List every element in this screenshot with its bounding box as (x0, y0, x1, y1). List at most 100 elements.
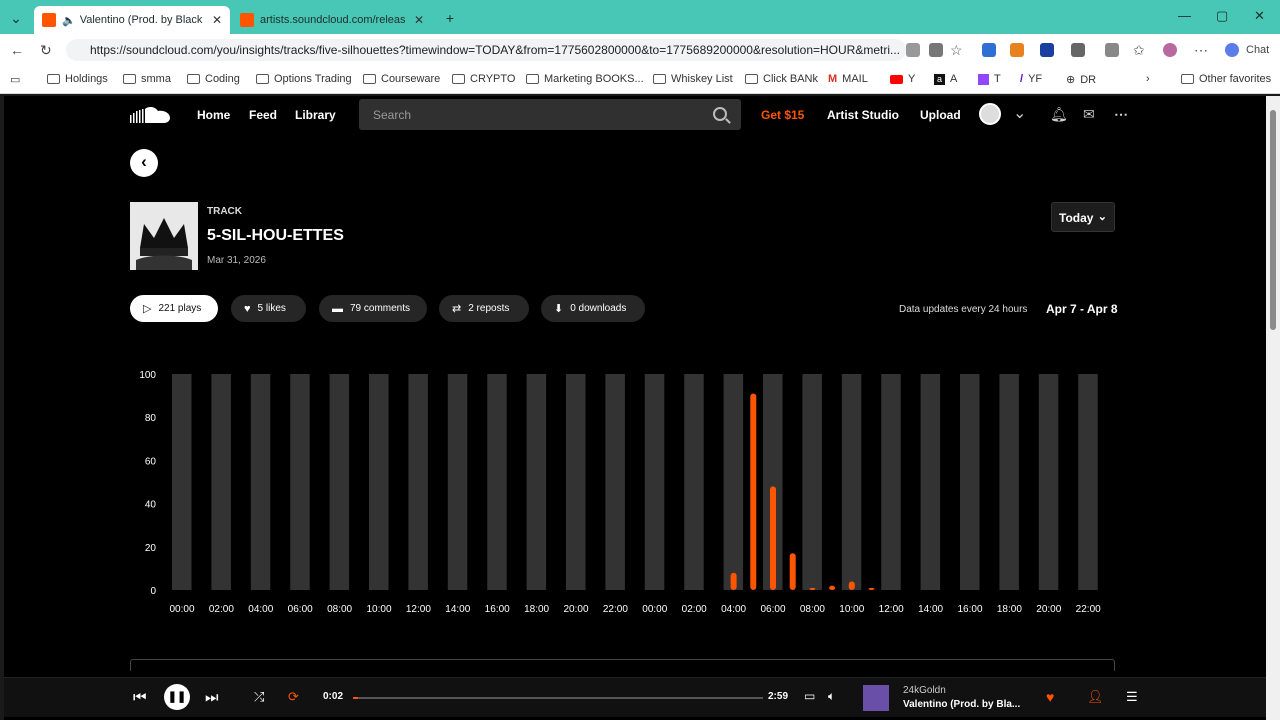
now-playing-artist[interactable]: 24kGoldn (903, 685, 946, 696)
favorite-coding[interactable]: Coding (187, 73, 240, 85)
favorite-smma[interactable]: smma (123, 73, 171, 85)
back-button[interactable]: ‹ (130, 149, 158, 177)
extension-icon[interactable] (982, 43, 996, 57)
chart-bar (789, 553, 796, 590)
tab-artists-releases[interactable]: artists.soundcloud.com/releases/4 ✕ (232, 6, 432, 34)
nav-upload[interactable]: Upload (920, 108, 961, 122)
extension-icon[interactable] (1040, 43, 1054, 57)
plays-filter-button[interactable]: ▷ 221 plays (130, 295, 218, 322)
back-arrow-icon[interactable]: ← (10, 42, 24, 58)
new-tab-button[interactable]: + (440, 8, 460, 28)
y-tick-label: 100 (139, 370, 156, 381)
volume-icon[interactable]: 🔈︎ (828, 689, 835, 704)
messages-envelope-icon[interactable]: ✉ (1083, 106, 1095, 123)
x-tick-label: 14:00 (445, 604, 470, 615)
chart-column-track (369, 374, 389, 590)
chevron-down-icon[interactable]: ⌄ (1013, 103, 1026, 123)
cast-icon[interactable]: ▭ (804, 689, 815, 703)
favorite-marketing-books[interactable]: Marketing BOOKS... (526, 73, 644, 85)
favorite-label: Marketing BOOKS... (544, 73, 644, 85)
url-field[interactable]: https://soundcloud.com/you/insights/trac… (66, 39, 906, 61)
favorite-amazon[interactable]: aA (934, 73, 957, 85)
more-options-icon[interactable]: ⋯ (1194, 42, 1208, 59)
comments-filter-button[interactable]: ▬ 79 comments (319, 295, 427, 322)
other-favorites[interactable]: Other favorites (1181, 73, 1271, 85)
favorite-youtube[interactable]: Y (890, 73, 915, 85)
tab-actions-chevron-icon[interactable]: ⌄ (6, 8, 26, 28)
close-window-icon[interactable]: ✕ (1254, 8, 1265, 24)
app-icon[interactable] (906, 43, 920, 57)
search-icon[interactable] (713, 107, 727, 121)
minimize-icon[interactable]: — (1178, 8, 1191, 23)
close-tab-icon[interactable]: ✕ (204, 13, 222, 27)
favorite-label: DR (1080, 73, 1097, 86)
next-track-icon[interactable]: ⏭ (205, 689, 219, 706)
search-input[interactable]: Search (359, 99, 741, 130)
chart-column-track (644, 374, 665, 590)
favorite-whiskey-list[interactable]: Whiskey List (653, 73, 733, 85)
favorite-mail[interactable]: M MAIL (828, 73, 868, 85)
favorite-courseware[interactable]: Courseware (363, 73, 440, 85)
soundcloud-logo-icon[interactable] (130, 105, 172, 125)
previous-track-icon[interactable]: ⏮ (133, 689, 147, 706)
reading-list-icon[interactable]: ▭ (10, 73, 20, 86)
nav-home[interactable]: Home (197, 108, 230, 122)
now-playing-artwork[interactable] (863, 685, 889, 711)
notifications-bell-icon[interactable]: 🔔︎ (1050, 106, 1068, 123)
favorite-star-icon[interactable]: ☆ (950, 42, 963, 59)
maximize-icon[interactable]: ▢ (1216, 8, 1228, 24)
follow-user-icon[interactable]: 👤︎ (1087, 689, 1104, 705)
extensions-puzzle-icon[interactable] (1071, 43, 1085, 57)
shuffle-icon[interactable]: ⤮ (254, 689, 264, 705)
like-heart-icon[interactable]: ♥ (1046, 689, 1054, 705)
favorite-label: A (950, 73, 958, 85)
now-playing-title[interactable]: Valentino (Prod. by Bla... (903, 699, 1020, 710)
page-scrollbar[interactable] (1266, 96, 1280, 720)
scrollbar-thumb[interactable] (1270, 110, 1276, 330)
metamask-extension-icon[interactable] (1010, 43, 1024, 57)
favorite-label: Coding (205, 73, 240, 85)
playback-progress-slider[interactable] (353, 697, 763, 699)
split-screen-icon[interactable] (1105, 43, 1119, 57)
favorite-dr[interactable]: ⊕ DR (1066, 73, 1097, 87)
more-menu-icon[interactable]: ⋯ (1114, 106, 1128, 123)
get-15-link[interactable]: Get $15 (761, 108, 804, 122)
user-avatar[interactable] (979, 103, 1001, 125)
refresh-icon[interactable]: ↻ (40, 42, 52, 59)
x-tick-label: 22:00 (1076, 604, 1101, 615)
favorite-label: CRYPTO (470, 73, 516, 85)
favorite-yf[interactable]: / YF (1020, 73, 1042, 85)
repeat-icon[interactable]: ⟳ (288, 689, 299, 705)
nav-artist-studio[interactable]: Artist Studio (827, 108, 899, 122)
track-duration: 2:59 (768, 691, 789, 702)
profile-avatar[interactable] (1163, 43, 1177, 57)
soundcloud-favicon-icon (42, 13, 56, 27)
track-title: 5-SIL-HOU-ETTES (207, 227, 344, 244)
nav-library[interactable]: Library (295, 108, 336, 122)
chart-column-track (841, 374, 862, 590)
tab-valentino[interactable]: 🔈 Valentino (Prod. by Black May ✕ (34, 6, 230, 34)
queue-icon[interactable]: ☰ (1126, 689, 1138, 705)
favorite-click-bank[interactable]: Click BANk (745, 73, 818, 85)
reposts-filter-button[interactable]: ⇄ 2 reposts (439, 295, 529, 322)
favorite-twitch[interactable]: T (978, 73, 1001, 85)
copilot-icon[interactable] (1225, 43, 1239, 57)
favorite-holdings[interactable]: Holdings (47, 73, 108, 85)
y-tick-label: 20 (145, 543, 157, 554)
likes-filter-button[interactable]: ♥ 5 likes (231, 295, 306, 322)
favorites-icon[interactable]: ✩ (1133, 42, 1145, 59)
chat-button[interactable]: Chat (1246, 44, 1269, 56)
time-window-select[interactable]: Today ⌄ (1051, 202, 1115, 232)
favorite-options-trading[interactable]: Options Trading (256, 73, 352, 85)
yahoo-finance-icon: / (1020, 73, 1024, 85)
pause-button[interactable]: ❚❚ (164, 684, 190, 710)
downloads-filter-button[interactable]: ⬇ 0 downloads (541, 295, 645, 322)
nav-feed[interactable]: Feed (249, 108, 277, 122)
chart-bar (868, 587, 875, 590)
close-tab-icon[interactable]: ✕ (406, 13, 424, 27)
read-aloud-icon[interactable] (929, 43, 943, 57)
more-favorites-chevron-icon[interactable]: › (1146, 73, 1150, 85)
x-tick-label: 22:00 (603, 604, 628, 615)
favorite-crypto[interactable]: CRYPTO (452, 73, 515, 85)
chart-column-track (1078, 374, 1098, 590)
